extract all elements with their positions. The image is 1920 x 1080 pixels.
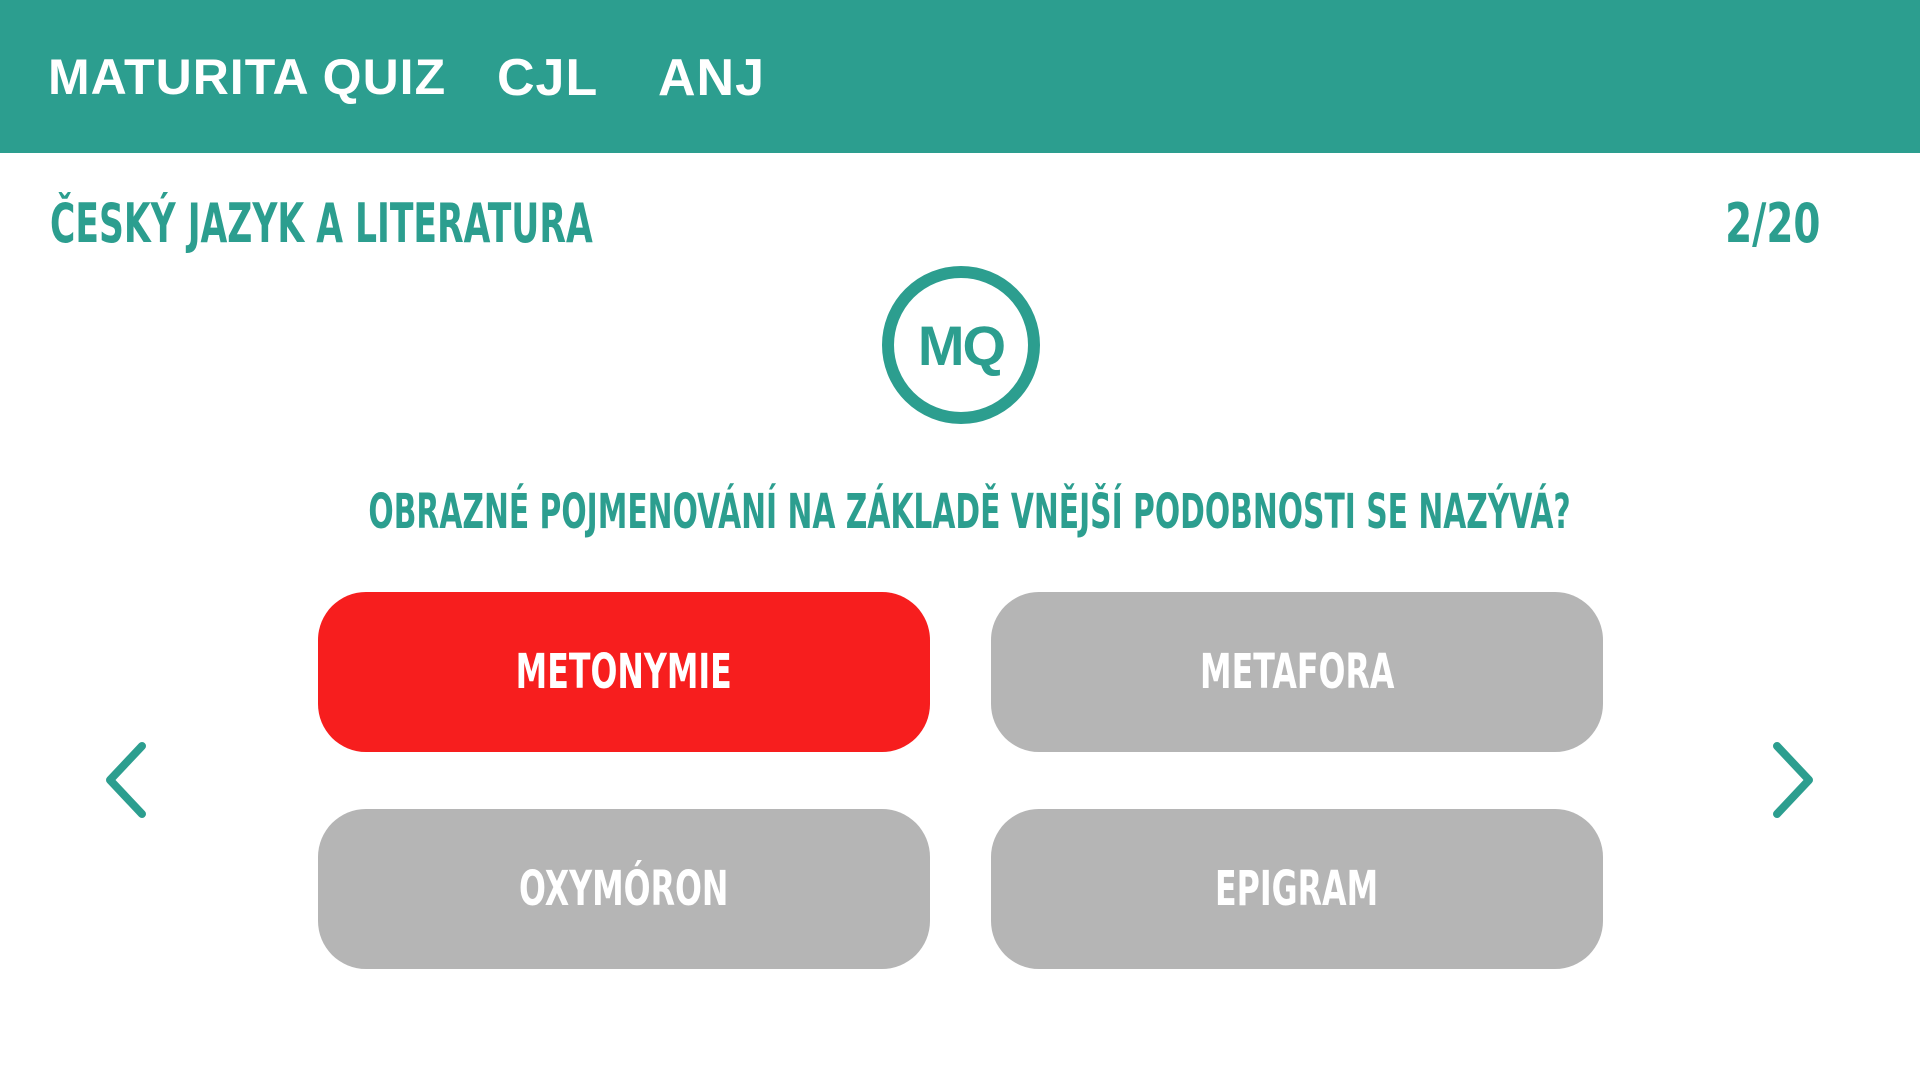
answer-button-2[interactable]: METAFORA [991,592,1603,752]
next-question-button[interactable] [1767,740,1817,820]
answer-button-3[interactable]: OXYMÓRON [318,809,930,969]
top-navigation-bar: MATURITA QUIZ CJL ANJ [0,0,1920,153]
previous-question-button[interactable] [102,740,152,820]
answer-button-4[interactable]: EPIGRAM [991,809,1603,969]
chevron-right-icon [1773,742,1813,818]
logo-text: MQ [917,313,1006,377]
question-label: OBRAZNÉ POJMENOVÁNÍ NA ZÁKLADĚ VNĚJŠÍ PO… [368,484,1571,540]
answer-label: OXYMÓRON [519,861,729,917]
nav-link-cjl[interactable]: CJL [497,48,598,108]
quiz-logo: MQ [882,266,1040,424]
brand-logo-text[interactable]: MATURITA QUIZ [48,48,446,106]
answer-label: METONYMIE [515,644,733,700]
nav-link-anj[interactable]: ANJ [658,48,765,108]
answer-label: METAFORA [1199,644,1395,700]
question-counter: 2/20 [1724,192,1820,255]
question-text: OBRAZNÉ POJMENOVÁNÍ NA ZÁKLADĚ VNĚJŠÍ PO… [0,484,1920,540]
answer-button-1[interactable]: METONYMIE [318,592,930,752]
chevron-left-icon [106,742,146,818]
subject-title: ČESKÝ JAZYK A LITERATURA [50,192,593,255]
answer-label: EPIGRAM [1215,861,1379,917]
